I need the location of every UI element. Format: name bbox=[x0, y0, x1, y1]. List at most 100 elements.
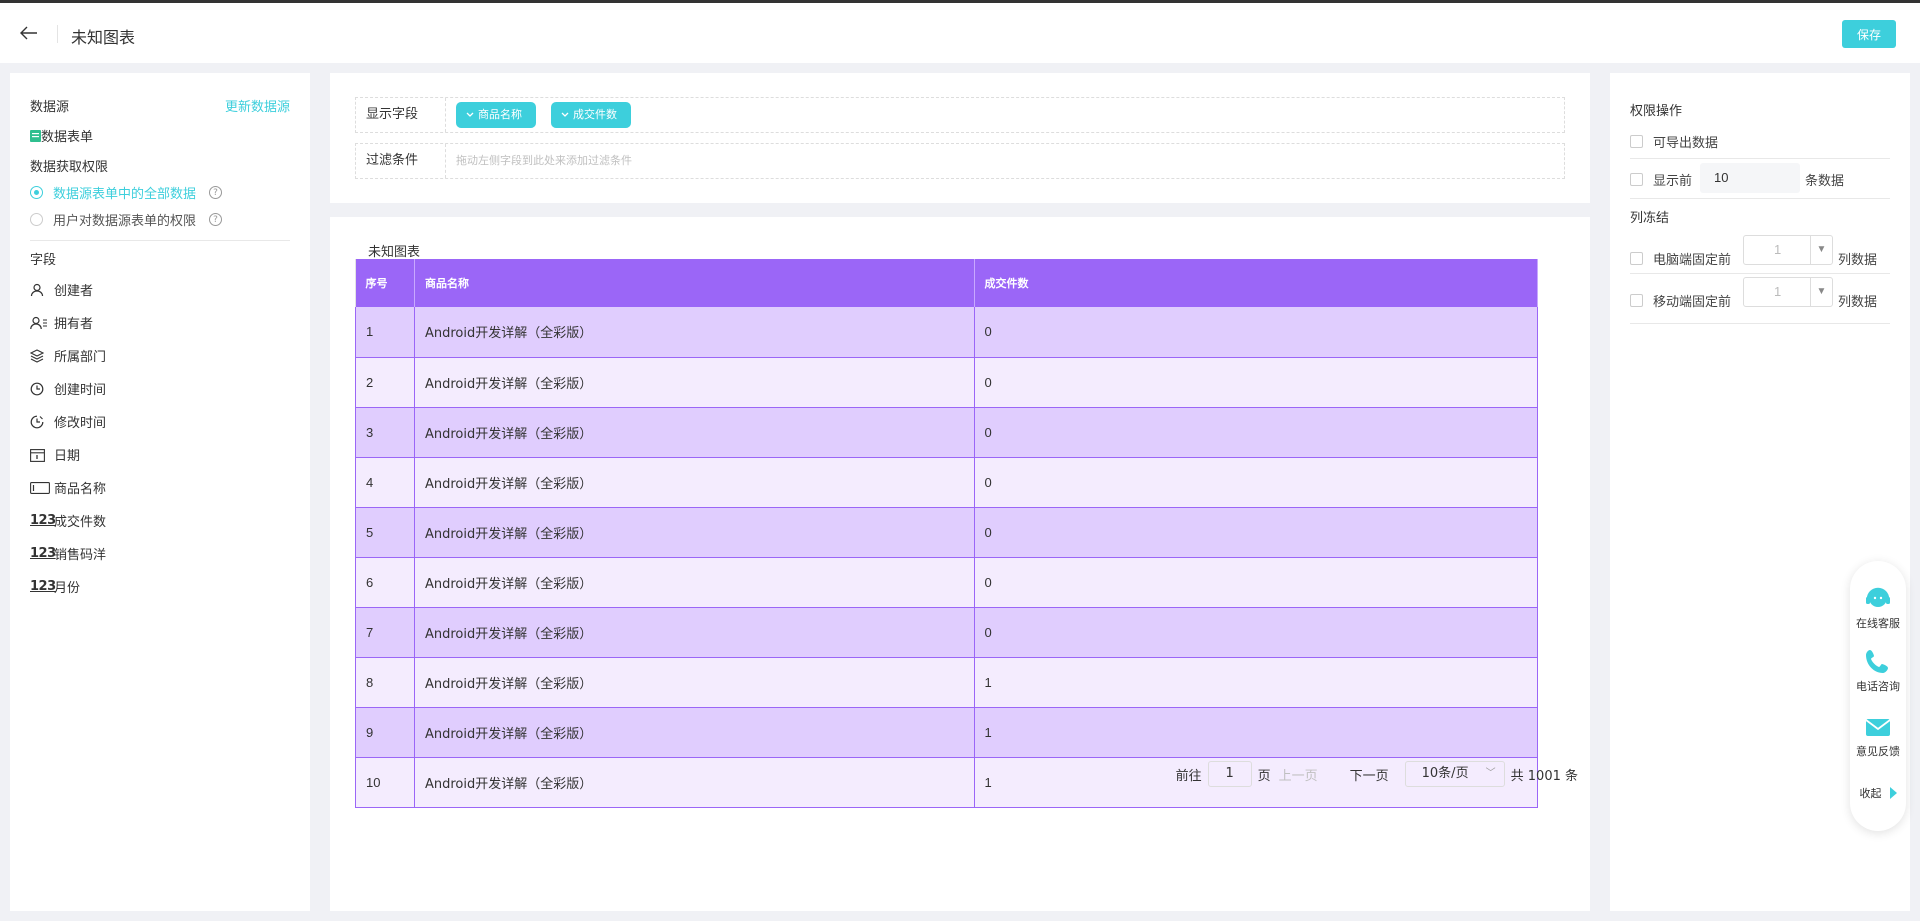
datasource-name: 数据表单 bbox=[41, 130, 94, 145]
divider bbox=[1630, 158, 1890, 159]
arrow-left-icon bbox=[20, 26, 37, 40]
feedback-button[interactable]: 意见反馈 bbox=[1850, 711, 1906, 759]
display-fields-label: 显示字段 bbox=[356, 98, 446, 132]
column-header[interactable]: 成交件数 bbox=[974, 259, 1538, 307]
field-label: 拥有者 bbox=[54, 317, 94, 332]
mobile-freeze-stepper[interactable]: 1 ▼ bbox=[1743, 277, 1833, 307]
column-header[interactable]: 序号 bbox=[355, 259, 415, 307]
phone-consult-label: 电话咨询 bbox=[1856, 680, 1900, 693]
field-label: 销售码洋 bbox=[54, 548, 107, 563]
permission-option-label: 用户对数据源表单的权限 bbox=[53, 214, 197, 229]
cell-product-name: Android开发详解（全彩版） bbox=[414, 657, 975, 708]
pc-freeze-label: 电脑端固定前 bbox=[1653, 253, 1732, 268]
cell-index: 7 bbox=[355, 607, 415, 658]
checkbox-icon bbox=[1630, 135, 1643, 148]
left-panel: 数据源 更新数据源 数据表单 数据获取权限 数据源表单中的全部数据 ? 用户对数… bbox=[10, 73, 310, 911]
owner-icon bbox=[30, 316, 50, 330]
field-label: 日期 bbox=[54, 449, 81, 464]
show-first-label: 显示前 bbox=[1653, 174, 1693, 189]
field-product-name[interactable]: 商品名称 bbox=[30, 478, 106, 497]
collapse-button[interactable]: 收起 bbox=[1850, 785, 1906, 801]
next-page-button[interactable]: 下一页 bbox=[1350, 765, 1389, 784]
pc-freeze-stepper[interactable]: 1 ▼ bbox=[1743, 235, 1833, 265]
phone-consult-button[interactable]: 电话咨询 bbox=[1850, 646, 1906, 694]
page-size-select[interactable]: 10条/页 ﹀ bbox=[1404, 761, 1505, 787]
help-icon[interactable]: ? bbox=[209, 186, 223, 199]
cell-index: 6 bbox=[355, 557, 415, 608]
clock-edit-icon bbox=[30, 415, 50, 429]
filter-placeholder: 拖动左侧字段到此处来添加过滤条件 bbox=[456, 154, 632, 167]
refresh-datasource-link[interactable]: 更新数据源 bbox=[225, 96, 290, 115]
page-input[interactable]: 1 bbox=[1207, 761, 1252, 787]
permission-option-user[interactable]: 用户对数据源表单的权限 ? bbox=[30, 210, 223, 229]
filter-row[interactable]: 过滤条件 拖动左侧字段到此处来添加过滤条件 bbox=[355, 143, 1565, 179]
show-first-input[interactable]: 10 bbox=[1700, 163, 1800, 193]
checkbox-icon bbox=[1630, 294, 1643, 307]
triangle-right-icon bbox=[1889, 787, 1897, 799]
cell-deal-count: 0 bbox=[974, 557, 1538, 608]
cell-product-name: Android开发详解（全彩版） bbox=[414, 707, 975, 758]
prev-page-button[interactable]: 上一页 bbox=[1279, 765, 1318, 784]
field-deal-count[interactable]: 123 成交件数 bbox=[30, 511, 106, 530]
export-checkbox[interactable]: 可导出数据 bbox=[1630, 132, 1718, 151]
online-service-button[interactable]: 在线客服 bbox=[1850, 583, 1906, 631]
table-row: 7 Android开发详解（全彩版） 0 bbox=[355, 607, 1538, 658]
permission-label: 数据获取权限 bbox=[30, 160, 109, 175]
pc-freeze-value: 1 bbox=[1774, 242, 1782, 257]
pagination: 前往 1 页 上一页 下一页 10条/页 ﹀ 共 1001 条 bbox=[1176, 761, 1578, 787]
table-row: 9 Android开发详解（全彩版） 1 bbox=[355, 707, 1538, 758]
tag-label: 商品名称 bbox=[478, 108, 522, 121]
display-tag-deal-count[interactable]: 成交件数 bbox=[551, 102, 631, 128]
pc-freeze-checkbox[interactable]: 电脑端固定前 bbox=[1630, 249, 1731, 268]
field-label: 所属部门 bbox=[54, 350, 107, 365]
field-owner[interactable]: 拥有者 bbox=[30, 313, 93, 332]
cell-deal-count: 0 bbox=[974, 457, 1538, 508]
chevron-down-icon bbox=[561, 112, 569, 117]
table-row: 4 Android开发详解（全彩版） 0 bbox=[355, 457, 1538, 508]
export-label: 可导出数据 bbox=[1653, 136, 1719, 151]
caret-down-icon[interactable]: ▼ bbox=[1810, 278, 1832, 306]
field-date[interactable]: 日期 bbox=[30, 445, 80, 464]
mobile-freeze-suffix: 列数据 bbox=[1838, 295, 1878, 310]
table-row: 8 Android开发详解（全彩版） 1 bbox=[355, 657, 1538, 708]
chevron-down-icon: ﹀ bbox=[1485, 768, 1496, 779]
mobile-freeze-checkbox[interactable]: 移动端固定前 bbox=[1630, 291, 1731, 310]
field-modified-time[interactable]: 修改时间 bbox=[30, 412, 106, 431]
field-label: 月份 bbox=[54, 581, 81, 596]
datasource-item[interactable]: 数据表单 bbox=[30, 126, 93, 145]
caret-down-icon[interactable]: ▼ bbox=[1810, 236, 1832, 264]
cell-deal-count: 1 bbox=[974, 707, 1538, 758]
layers-icon bbox=[30, 348, 50, 363]
field-created-time[interactable]: 创建时间 bbox=[30, 379, 106, 398]
form-icon bbox=[30, 129, 41, 142]
user-icon bbox=[30, 283, 50, 297]
field-sales-value[interactable]: 123 销售码洋 bbox=[30, 544, 106, 563]
show-first-checkbox[interactable]: 显示前 bbox=[1630, 170, 1692, 189]
cell-index: 10 bbox=[355, 757, 415, 808]
cell-product-name: Android开发详解（全彩版） bbox=[414, 407, 975, 458]
permission-option-label: 数据源表单中的全部数据 bbox=[53, 187, 197, 202]
chevron-down-icon bbox=[466, 112, 474, 117]
cell-deal-count: 0 bbox=[974, 357, 1538, 408]
save-button[interactable]: 保存 bbox=[1842, 20, 1896, 48]
field-month[interactable]: 123 月份 bbox=[30, 577, 80, 596]
headset-icon bbox=[1866, 587, 1890, 607]
field-creator[interactable]: 创建者 bbox=[30, 280, 93, 299]
back-button[interactable] bbox=[20, 21, 48, 45]
column-header[interactable]: 商品名称 bbox=[414, 259, 975, 307]
permission-operations-title: 权限操作 bbox=[1630, 104, 1683, 119]
service-widget: 在线客服 电话咨询 意见反馈 收起 bbox=[1850, 561, 1906, 831]
display-tag-product-name[interactable]: 商品名称 bbox=[456, 102, 536, 128]
help-icon[interactable]: ? bbox=[209, 213, 223, 226]
cell-deal-count: 0 bbox=[974, 607, 1538, 658]
table-row: 3 Android开发详解（全彩版） 0 bbox=[355, 407, 1538, 458]
phone-icon bbox=[1866, 650, 1888, 673]
checkbox-icon bbox=[1630, 173, 1643, 186]
table-row: 1 Android开发详解（全彩版） 0 bbox=[355, 307, 1538, 358]
text-field-icon bbox=[30, 481, 50, 494]
permission-option-all[interactable]: 数据源表单中的全部数据 ? bbox=[30, 183, 223, 202]
cell-deal-count: 1 bbox=[974, 657, 1538, 708]
field-department[interactable]: 所属部门 bbox=[30, 346, 106, 365]
display-fields-row: 显示字段 商品名称 成交件数 bbox=[355, 97, 1565, 133]
divider bbox=[1630, 198, 1890, 199]
